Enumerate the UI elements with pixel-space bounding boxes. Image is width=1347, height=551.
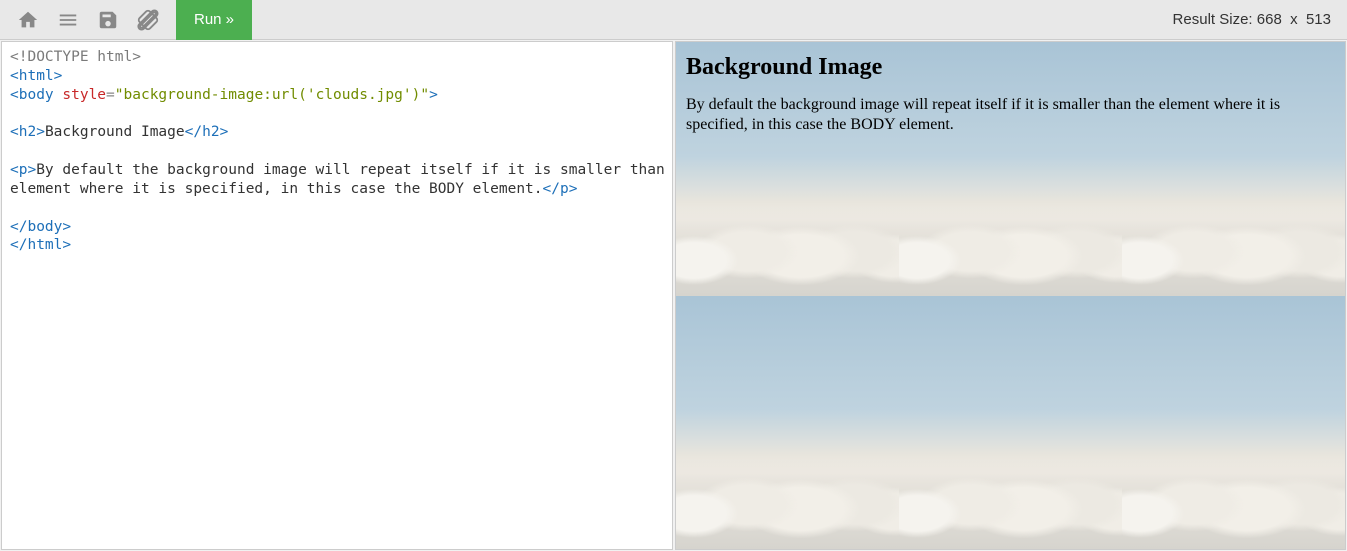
result-height: 513: [1306, 11, 1331, 28]
menu-icon[interactable]: [48, 1, 88, 39]
result-content: Background Image By default the backgrou…: [676, 42, 1345, 549]
code-p-text1: By default the background image will rep…: [36, 162, 673, 178]
home-icon[interactable]: [8, 1, 48, 39]
result-size-label: Result Size:: [1173, 11, 1253, 28]
rotate-icon[interactable]: [128, 1, 168, 39]
code-attr-style: style: [62, 87, 106, 103]
code-p-text2: element where it is specified, in this c…: [10, 181, 543, 197]
code-html-open: html: [19, 68, 54, 84]
main-area: <!DOCTYPE html> <html> <body style="back…: [0, 40, 1347, 551]
code-p-open: p: [19, 162, 28, 178]
code-h2-text: Background Image: [45, 124, 185, 140]
code-attr-style-val: "background-image:url('clouds.jpg')": [115, 87, 429, 103]
code-body-open: body: [19, 87, 54, 103]
result-width: 668: [1257, 11, 1282, 28]
save-icon[interactable]: [88, 1, 128, 39]
result-pane: Background Image By default the backgrou…: [675, 41, 1346, 550]
result-size: Result Size: 668 x 513: [1173, 11, 1339, 28]
code-editor[interactable]: <!DOCTYPE html> <html> <body style="back…: [1, 41, 673, 550]
code-html-close: /html: [19, 237, 63, 253]
run-button[interactable]: Run »: [176, 0, 252, 40]
toolbar: Run » Result Size: 668 x 513: [0, 0, 1347, 40]
code-body-close: /body: [19, 219, 63, 235]
result-heading: Background Image: [686, 54, 1335, 81]
result-paragraph: By default the background image will rep…: [686, 95, 1335, 135]
code-h2-close: h2: [202, 124, 219, 140]
code-doctype: <!DOCTYPE html>: [10, 49, 141, 65]
code-h2-open: h2: [19, 124, 36, 140]
code-p-close: p: [560, 181, 569, 197]
